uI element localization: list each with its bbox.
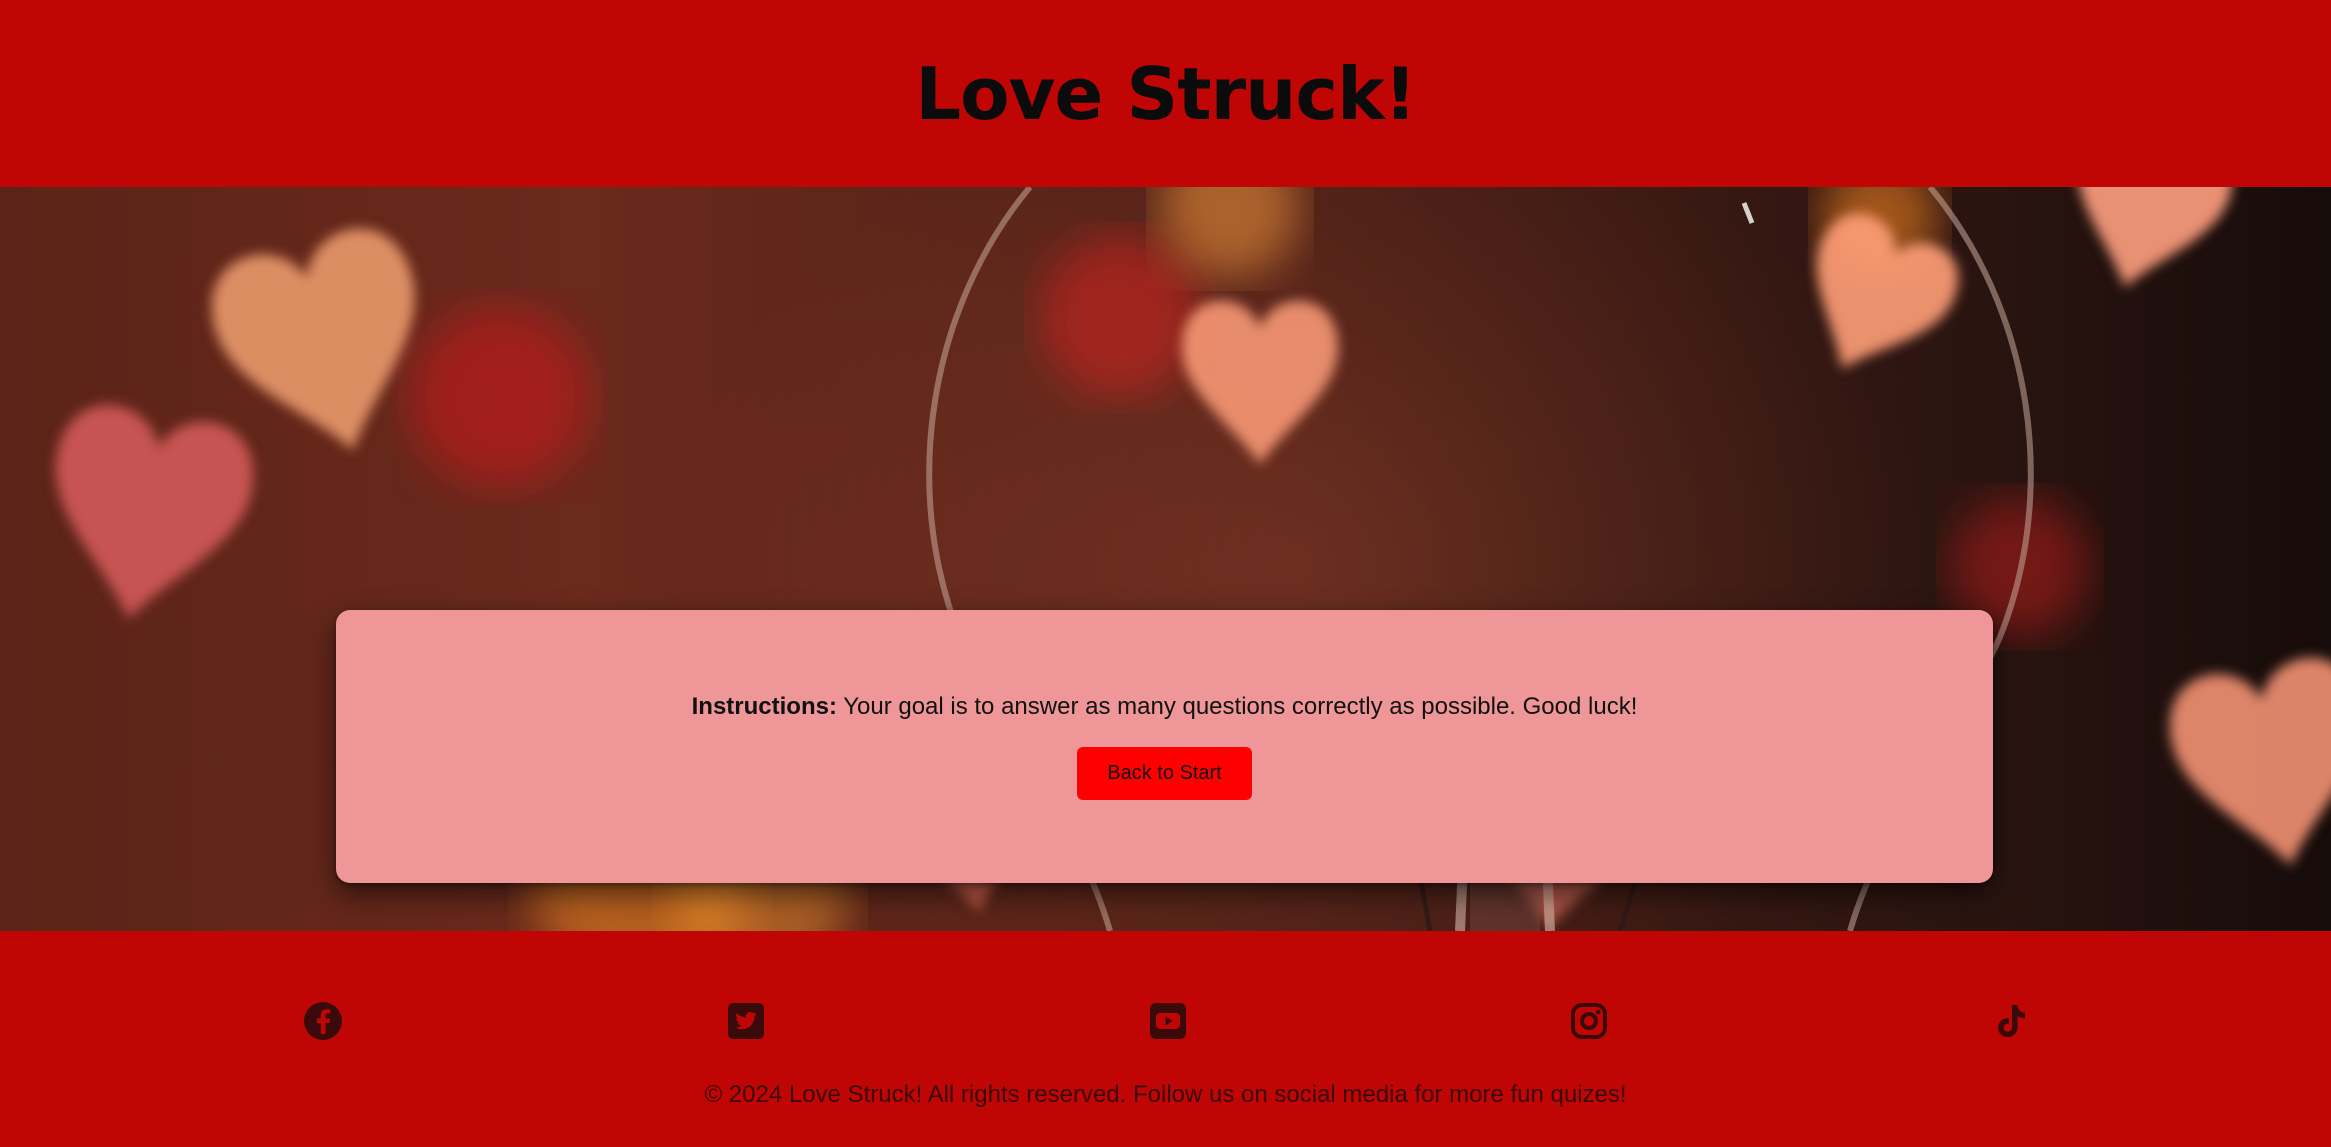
instructions-card: Instructions: Your goal is to answer as …	[336, 610, 1993, 883]
page-title: Love Struck!	[915, 51, 1417, 136]
copyright-text: © 2024 Love Struck! All rights reserved.…	[704, 1081, 1627, 1108]
facebook-icon[interactable]	[303, 1001, 343, 1041]
site-footer: © 2024 Love Struck! All rights reserved.…	[0, 931, 2331, 1147]
site-header: Love Struck!	[0, 0, 2331, 187]
instructions-text: Instructions: Your goal is to answer as …	[692, 693, 1638, 721]
youtube-icon[interactable]	[1148, 1001, 1188, 1041]
instructions-label: Instructions:	[691, 693, 837, 720]
back-to-start-button[interactable]: Back to Start	[1077, 747, 1252, 800]
instructions-body: Your goal is to answer as many questions…	[836, 693, 1638, 720]
instagram-icon[interactable]	[1569, 1001, 1609, 1041]
twitter-icon[interactable]	[726, 1001, 766, 1041]
tiktok-icon[interactable]	[1991, 1001, 2031, 1041]
hero-background: Instructions: Your goal is to answer as …	[0, 187, 2331, 931]
